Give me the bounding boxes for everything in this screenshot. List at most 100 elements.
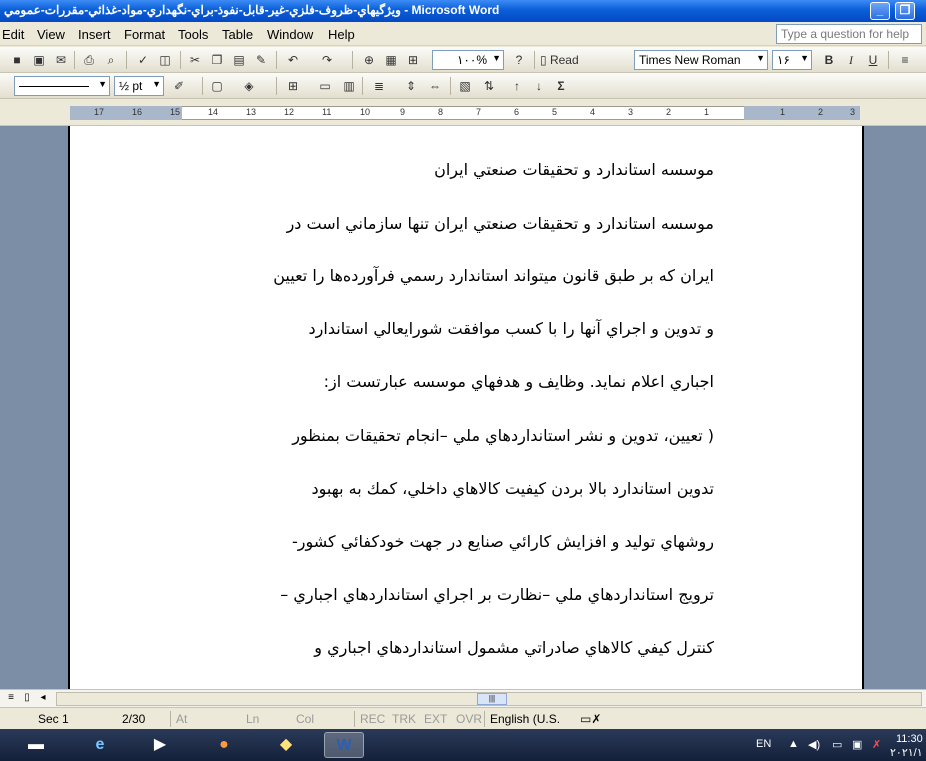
network-icon[interactable]: ▣ [852, 738, 862, 751]
horizontal-scrollbar[interactable]: ≡ ▯ ◂ ||| [0, 689, 926, 707]
autoformat-icon[interactable]: ▧ [456, 77, 474, 95]
read-button[interactable]: ▯ Read [540, 51, 579, 69]
line-style-select[interactable]: ▼ [14, 76, 110, 96]
menu-window[interactable]: Window [267, 27, 313, 42]
clock-date[interactable]: ۲۰۲۱/۱ [890, 746, 923, 759]
text-direction-icon[interactable]: ⇅ [480, 77, 498, 95]
font-size-value: ۱۶ [777, 53, 790, 67]
merge-cells-icon[interactable]: ▭ [316, 77, 334, 95]
split-cells-icon[interactable]: ▥ [340, 77, 358, 95]
taskbar: ▬ e ▶ ● ◆ W EN ▲ ◀) ▭ ▣ ✗ 11:30 ۲۰۲۱/۱ [0, 729, 926, 761]
scrollbar-thumb[interactable]: ||| [477, 693, 507, 705]
status-separator [354, 711, 355, 727]
alert-icon[interactable]: ✗ [872, 738, 881, 751]
align-cell-icon[interactable]: ≣ [370, 77, 388, 95]
scrollbar-track[interactable]: ||| [56, 692, 922, 706]
status-ovr[interactable]: OVR [456, 712, 482, 726]
maximize-button[interactable]: ❐ [895, 2, 915, 20]
print-icon[interactable]: ⎙ [80, 51, 98, 69]
help-icon[interactable]: ? [510, 51, 528, 69]
document-page[interactable]: موسسه استاندارد و تحقيقات صنعتي ايران مو… [68, 126, 864, 689]
window-title: ويژگيهاي-ظروف-فلزي-غير-قابل-نفوذ-براي-نگ… [4, 3, 500, 17]
toolbar-separator [202, 77, 203, 95]
spelling-icon[interactable]: ✓ [134, 51, 152, 69]
show-hidden-icons-icon[interactable]: ▲ [788, 738, 799, 750]
status-rec[interactable]: REC [360, 712, 385, 726]
sort-descending-icon[interactable]: ↓ [530, 77, 548, 95]
hyperlink-icon[interactable]: ⊕ [360, 51, 378, 69]
insert-table-icon[interactable]: ⊞ [284, 77, 302, 95]
paste-icon[interactable]: ▤ [230, 51, 248, 69]
display-icon[interactable]: ▭ [832, 738, 842, 751]
toolbar-separator [276, 77, 277, 95]
normal-view-icon[interactable]: ≡ [4, 692, 18, 706]
document-line: اجباري اعلام نمايد. وظايف و هدفهاي موسسه… [323, 372, 714, 391]
format-painter-icon[interactable]: ✎ [252, 51, 270, 69]
document-line: موسسه استاندارد و تحقيقات صنعتي ايران تن… [286, 214, 714, 233]
internet-explorer-icon[interactable]: e [80, 732, 120, 758]
outside-border-icon[interactable]: ▢ [208, 77, 226, 95]
status-column: Col [296, 712, 315, 726]
clock-time[interactable]: 11:30 [896, 733, 923, 745]
redo-icon[interactable]: ↷ [318, 51, 336, 69]
email-icon[interactable]: ✉ [52, 51, 70, 69]
cut-icon[interactable]: ✂ [186, 51, 204, 69]
toolbar-separator [362, 77, 363, 95]
copy-icon[interactable]: ❐ [208, 51, 226, 69]
spelling-status-icon[interactable]: ▭✗ [580, 712, 601, 726]
ruler-number: 8 [438, 107, 444, 117]
font-name-select[interactable]: Times New Roman ▼ [634, 50, 768, 70]
bold-button[interactable]: B [820, 51, 838, 69]
undo-icon[interactable]: ↶ [284, 51, 302, 69]
language-indicator[interactable]: EN [756, 738, 771, 750]
firefox-icon[interactable]: ● [204, 732, 244, 758]
distribute-rows-icon[interactable]: ⇕ [402, 77, 420, 95]
menu-view[interactable]: View [37, 27, 65, 42]
align-justify-icon[interactable]: ≡ [896, 51, 914, 69]
distribute-columns-icon[interactable]: ⇔ [426, 77, 444, 95]
title-bar: ويژگيهاي-ظروف-فلزي-غير-قابل-نفوذ-براي-نگ… [0, 0, 926, 22]
status-section: Sec 1 [38, 712, 69, 726]
insert-table-icon[interactable]: ⊞ [404, 51, 422, 69]
print-preview-icon[interactable]: ⌕ [102, 51, 120, 69]
save-icon[interactable]: ■ [8, 51, 26, 69]
scroll-left-icon[interactable]: ◂ [36, 692, 50, 706]
ruler-number: 11 [322, 107, 332, 117]
menu-tools[interactable]: Tools [178, 27, 208, 42]
status-page: 2/30 [122, 712, 146, 726]
volume-icon[interactable]: ◀) [808, 738, 820, 751]
permission-icon[interactable]: ▣ [30, 51, 48, 69]
zoom-select[interactable]: ۱۰۰% ▼ [432, 50, 504, 70]
tables-borders-icon[interactable]: ▦ [382, 51, 400, 69]
reading-layout-icon[interactable]: ▯ [20, 692, 34, 706]
document-line: ايران كه بر طبق قانون ميتواند استاندارد … [273, 266, 714, 285]
menu-help[interactable]: Help [328, 27, 355, 42]
shading-color-icon[interactable]: ◈ [240, 77, 258, 95]
status-trk[interactable]: TRK [392, 712, 416, 726]
menu-table[interactable]: Table [222, 27, 253, 42]
font-size-select[interactable]: ۱۶ ▼ [772, 50, 812, 70]
word-taskbar-icon[interactable]: W [324, 732, 364, 758]
autosum-button[interactable]: Σ [552, 77, 570, 95]
italic-button[interactable]: I [842, 51, 860, 69]
menu-edit[interactable]: Edit [2, 27, 24, 42]
media-player-icon[interactable]: ▶ [140, 732, 180, 758]
sticky-notes-icon[interactable]: ◆ [266, 732, 306, 758]
border-color-icon[interactable]: ✐ [170, 77, 188, 95]
minimize-button[interactable]: _ [870, 2, 890, 20]
line-weight-select[interactable]: ½ pt ▼ [114, 76, 164, 96]
sort-ascending-icon[interactable]: ↑ [508, 77, 526, 95]
underline-button[interactable]: U [864, 51, 882, 69]
help-search-input[interactable]: Type a question for help [776, 24, 922, 44]
menu-format[interactable]: Format [124, 27, 165, 42]
book-icon: ▯ [540, 53, 547, 67]
menu-insert[interactable]: Insert [78, 27, 111, 42]
ruler-number: 3 [628, 107, 634, 117]
status-ext[interactable]: EXT [424, 712, 447, 726]
ruler-number: 10 [360, 107, 371, 117]
horizontal-ruler[interactable]: 17 16 15 14 13 12 11 10 9 8 7 6 5 4 3 2 … [0, 100, 926, 126]
line-style-preview [19, 86, 89, 88]
ruler-number: 5 [552, 107, 558, 117]
research-icon[interactable]: ◫ [156, 51, 174, 69]
file-explorer-icon[interactable]: ▬ [16, 732, 56, 758]
